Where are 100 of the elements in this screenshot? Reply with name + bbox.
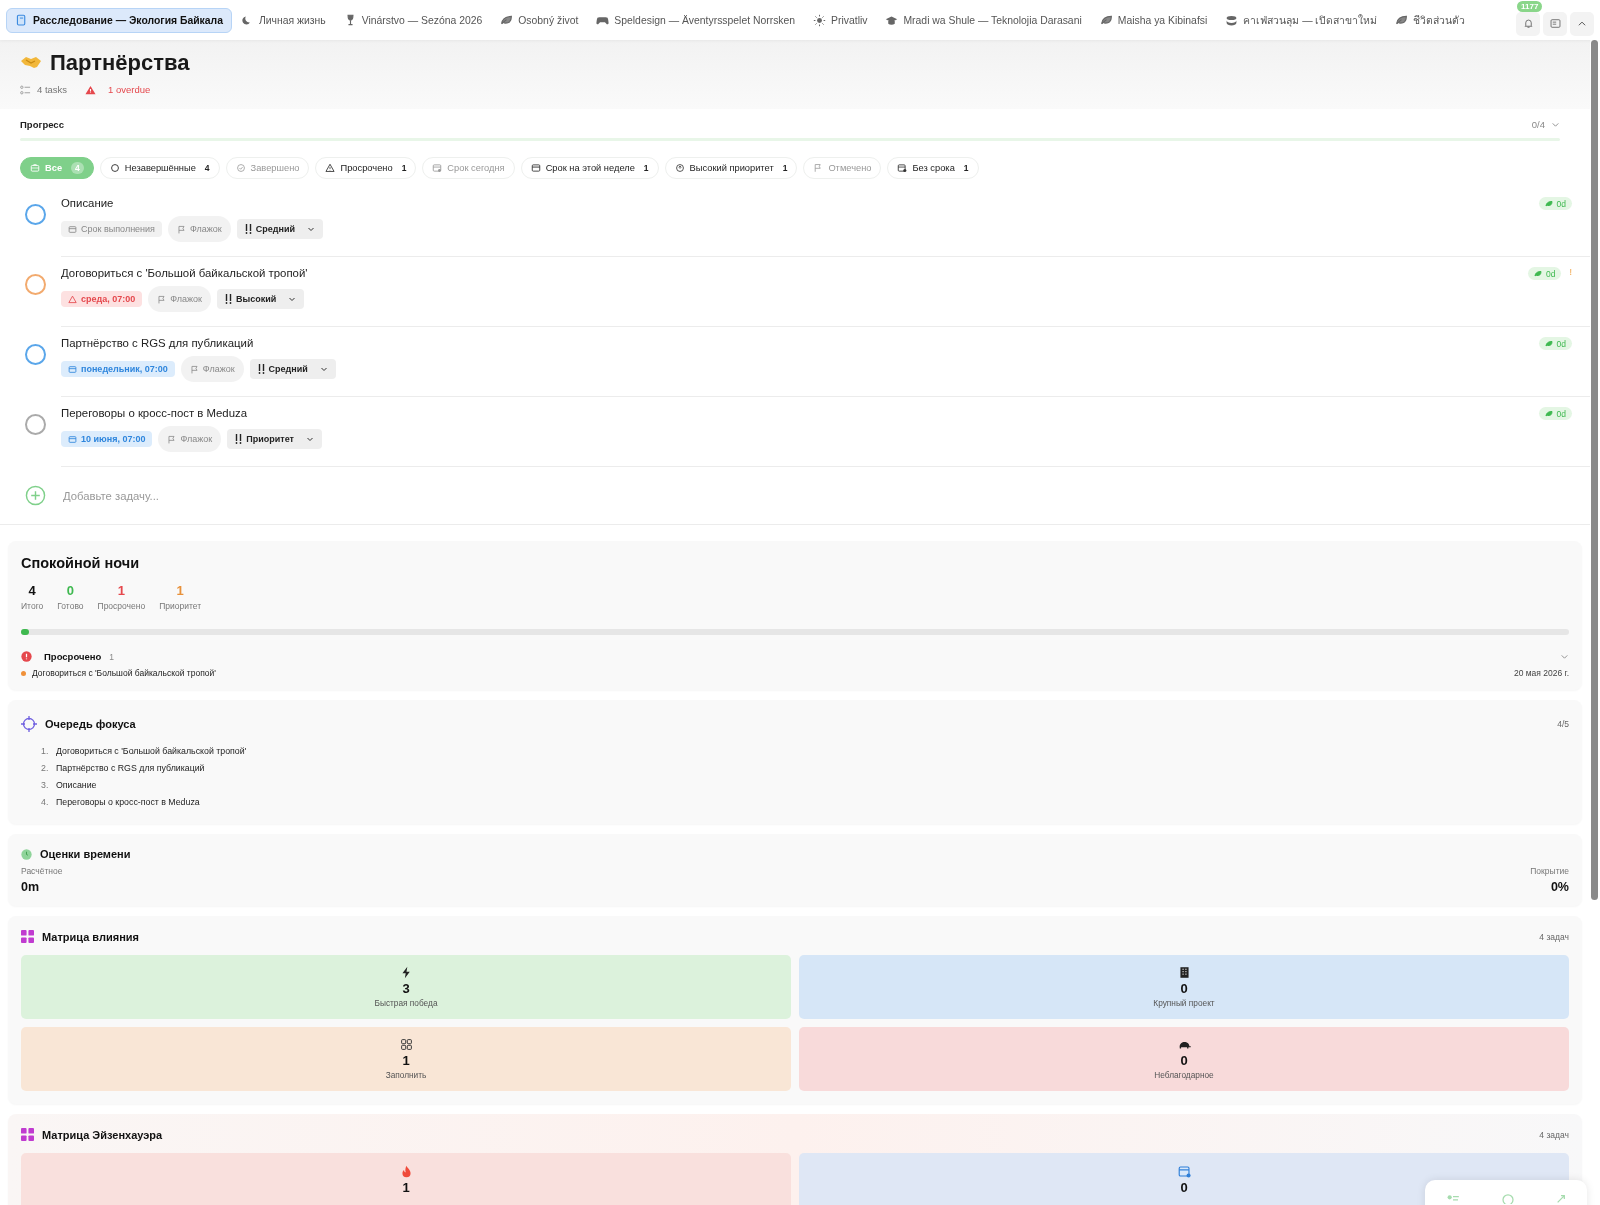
project-tab[interactable]: Osobný život [491,7,588,33]
focus-item[interactable]: Договориться с 'Большой байкальской тропой' [56,745,247,756]
leaf-icon [1395,13,1409,27]
matrix-title: Матрица влияния [42,930,139,943]
filter-chip[interactable]: Просрочено 1 [315,157,417,179]
status-dot [21,670,26,676]
quadrant-count: 3 [402,981,410,996]
task-title: Партнёрство с RGS для публикаций [61,337,255,349]
matrix-quadrant[interactable]: 0 Крупный проект [799,955,1569,1019]
quadrant-count: 0 [1180,1053,1188,1068]
notifications-button[interactable] [1516,11,1540,36]
calendar-icon [68,224,77,234]
time-title: Оценки времени [40,848,131,860]
task-title: Договориться с 'Большой байкальской тропой' [61,267,309,279]
page-title: Партнёрства [50,50,190,76]
add-task-field[interactable]: Добавьте задачу... [61,488,1590,503]
scrollbar[interactable] [1591,40,1598,900]
stat-value: 4 [28,583,36,598]
summary-title: Спокойной ночи [21,555,141,571]
project-tab[interactable]: Расследование — Экология Байкала [6,7,232,33]
alert-mark: ! [1569,267,1572,277]
briefcase-icon [30,163,40,173]
coverage-value: 0% [1550,880,1569,894]
flag-icon [167,434,177,444]
age-badge: 0d [1538,337,1572,350]
matrix-title: Матрица Эйзенхауэра [42,1128,163,1141]
project-tab[interactable]: คาเฟ่สวนลุม — เปิดสาขาใหม่ [1216,5,1387,35]
leaf-icon [1099,13,1113,27]
project-tab[interactable]: Maisha ya Kibinafsi [1090,7,1217,33]
age-badge: 0d [1538,197,1572,210]
overdue-date: 20 мая 2026 г. [1513,668,1569,678]
overdue-task[interactable]: Договориться с 'Большой байкальской тропой' [32,668,216,678]
overdue-count: 1 [109,651,115,662]
stat-value: 1 [117,583,125,598]
warning-icon [68,294,77,304]
filter-chip[interactable]: Незавершённые 4 [99,157,220,179]
warning-icon [85,84,97,95]
leaf-icon [500,13,514,27]
quadrant-count: 0 [1180,981,1188,996]
leaf-icon [1544,339,1553,348]
quadrant-label: Заполнить [385,1070,427,1080]
priority-dropdown[interactable]: Высокий [217,289,305,309]
leaf-icon [1544,199,1553,208]
double-exclamation-icon [257,364,265,374]
quadrant-label: Быстрая победа [374,998,438,1008]
item-number: 3. [41,779,47,790]
priority-dropdown[interactable]: Приоритет [227,429,322,449]
stat-label: Приоритет [159,601,202,611]
chevron-down-icon [1560,652,1569,661]
matrix-count: 4 задач [1539,1129,1569,1140]
filter-chip[interactable]: Срок на этой неделе 1 [520,157,659,179]
flag-icon [157,294,167,304]
task-checkbox[interactable] [25,344,46,365]
focus-title: Очередь фокуса [45,718,136,730]
task-checkbox[interactable] [25,204,46,225]
matrix-quadrant[interactable]: 1 Заполнить [21,1027,791,1091]
age-badge: 0d [1528,267,1562,280]
focus-item[interactable]: Описание [56,779,97,790]
double-exclamation-icon [244,224,252,234]
filter-chip[interactable]: Без срока 1 [887,157,979,179]
project-tab[interactable]: ชีวิตส่วนตัว [1386,5,1475,35]
stat-label: Итого [21,601,44,611]
circle-icon [109,163,120,173]
chevron-down-icon [305,435,314,443]
matrix-quadrant[interactable]: 1 [21,1153,791,1205]
project-tab[interactable]: Speldesign — Äventyrsspelet Norrsken [587,7,805,33]
task-checkbox[interactable] [25,274,46,295]
stat-value: 1 [176,583,184,598]
project-tab[interactable]: Vinárstvo — Sezóna 2026 [334,7,492,33]
priority-dropdown[interactable]: Средний [236,219,323,239]
calendar-icon [68,434,77,444]
crosshair-icon [21,716,37,732]
task-checkbox[interactable] [25,414,46,435]
expand-icon [1556,1194,1567,1204]
grid-icon [399,1038,413,1051]
filter-chip[interactable]: Высокий приоритет 1 [664,157,798,179]
layout-button[interactable] [1543,11,1567,36]
matrix-quadrant[interactable]: 3 Быстрая победа [21,955,791,1019]
item-number: 2. [41,762,47,773]
estimate-value: 0m [21,880,41,894]
project-tab[interactable]: Личная жизнь [231,7,335,33]
bell-icon [1522,18,1534,29]
focus-item[interactable]: Партнёрство с RGS для публикаций [56,762,205,773]
notification-badge: 1177 [1517,0,1543,12]
overdue-count: 1 overdue [108,84,151,95]
project-tab[interactable]: Mradi wa Shule — Teknolojia Darasani [876,7,1091,33]
add-icon [25,485,46,506]
overdue-heading: Просрочено [44,651,102,662]
building-icon [1177,966,1191,979]
priority-dropdown[interactable]: Средний [249,359,336,379]
clock-icon [21,848,32,860]
matrix-quadrant[interactable]: 0 Неблагодарное [799,1027,1569,1091]
calendar-icon [530,163,541,173]
focus-item[interactable]: Переговоры о кросс-пост в Meduza [56,796,200,807]
estimate-label: Расчётное [21,866,63,876]
matrix-quadrant[interactable]: 0 [799,1153,1569,1205]
coverage-label: Покрытие [1530,866,1569,876]
project-tab[interactable]: Privatliv [804,7,877,33]
task-title: Описание [61,197,115,209]
progress-label: Прогресс [20,119,64,130]
